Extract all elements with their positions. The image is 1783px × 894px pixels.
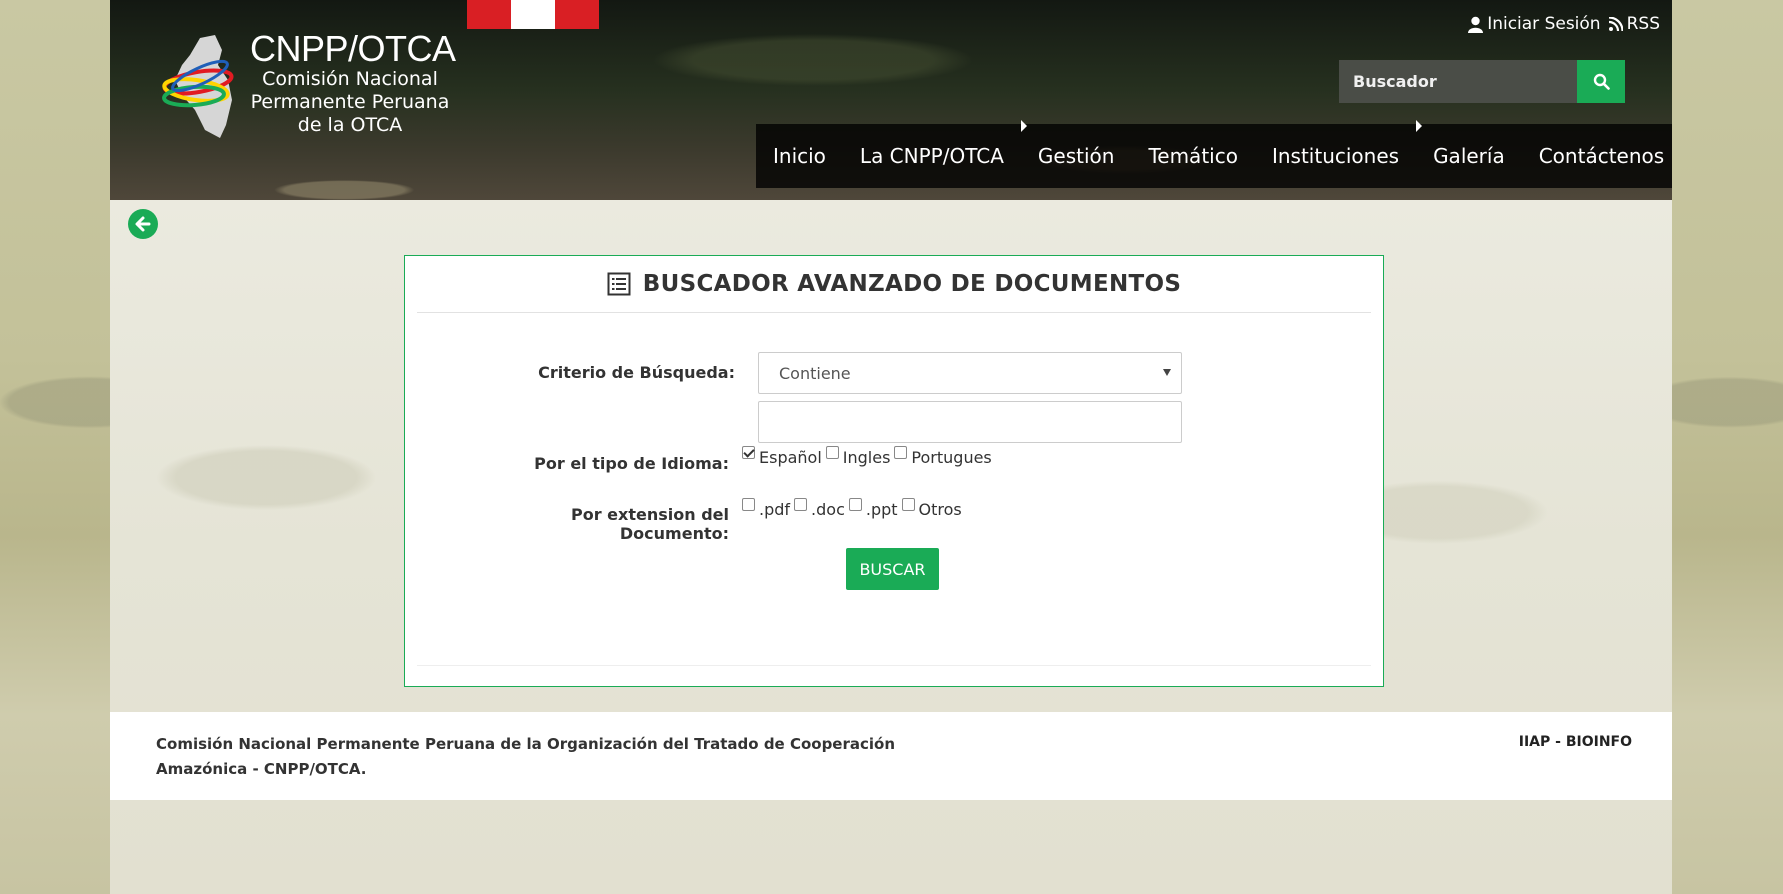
brand-block[interactable]: CNPP/OTCA Comisión Nacional Permanente P… — [250, 28, 456, 137]
criterio-label: Criterio de Búsqueda: — [538, 363, 735, 382]
criterio-selected-value: Contiene — [779, 363, 851, 383]
brand-line-3: de la OTCA — [297, 114, 403, 136]
search-button[interactable] — [1577, 60, 1625, 103]
extension-options: .pdf .doc .ppt Otros — [742, 498, 962, 519]
idioma-label: Por el tipo de Idioma: — [534, 454, 729, 473]
criterio-select[interactable]: Contiene — [758, 352, 1182, 394]
nav-item-instituciones[interactable]: Instituciones — [1255, 120, 1423, 168]
nav-item-inicio[interactable]: Inicio — [756, 144, 843, 168]
site-header: CNPP/OTCA Comisión Nacional Permanente P… — [110, 0, 1672, 200]
checkbox[interactable] — [794, 498, 808, 511]
brand-title: CNPP/OTCA — [250, 28, 456, 69]
nav-item-gestion[interactable]: Gestión — [1021, 144, 1132, 168]
buscar-button[interactable]: BUSCAR — [846, 548, 939, 590]
nav-item-contactenos[interactable]: Contáctenos — [1522, 144, 1672, 168]
brand-line-2: Permanente Peruana — [250, 91, 450, 113]
checkbox-checked[interactable] — [742, 446, 755, 459]
checkbox[interactable] — [825, 446, 839, 459]
idioma-option-portugues[interactable]: Portugues — [894, 446, 992, 467]
search-input[interactable] — [1339, 60, 1577, 103]
chevron-down-icon — [1163, 369, 1171, 376]
arrow-left-icon — [135, 216, 151, 232]
back-button[interactable] — [128, 209, 158, 239]
checkbox[interactable] — [901, 498, 915, 511]
panel-title: BUSCADOR AVANZADO DE DOCUMENTOS — [642, 271, 1182, 297]
brand-line-1: Comisión Nacional — [262, 68, 438, 90]
submenu-caret-icon — [1020, 120, 1027, 132]
ext-option-pdf[interactable]: .pdf — [742, 498, 790, 519]
nav-item-tematico[interactable]: Temático — [1131, 144, 1255, 168]
checkbox[interactable] — [894, 446, 908, 459]
search-icon — [1593, 73, 1610, 90]
rss-link[interactable]: RSS — [1608, 14, 1660, 34]
otca-logo-icon — [162, 35, 234, 138]
nav-item-galeria[interactable]: Galería — [1416, 144, 1522, 168]
idioma-option-ingles[interactable]: Ingles — [825, 446, 890, 467]
top-links: Iniciar Sesión RSS — [1468, 14, 1660, 34]
rss-label: RSS — [1626, 14, 1660, 34]
advanced-search-panel: BUSCADOR AVANZADO DE DOCUMENTOS Criterio… — [404, 255, 1384, 687]
ext-option-ppt[interactable]: .ppt — [848, 498, 898, 519]
panel-header: BUSCADOR AVANZADO DE DOCUMENTOS — [417, 256, 1371, 313]
login-link[interactable]: Iniciar Sesión — [1468, 14, 1601, 34]
ext-option-doc[interactable]: .doc — [794, 498, 845, 519]
footer-org-text: Comisión Nacional Permanente Peruana de … — [156, 735, 896, 778]
page-container: CNPP/OTCA Comisión Nacional Permanente P… — [110, 0, 1672, 894]
checkbox[interactable] — [848, 498, 862, 511]
header-search — [1339, 60, 1625, 103]
search-text-field[interactable] — [758, 401, 1182, 443]
site-footer: Comisión Nacional Permanente Peruana de … — [110, 712, 1672, 800]
user-icon — [1468, 16, 1484, 33]
checkbox[interactable] — [742, 498, 755, 511]
nav-item-la-cnpp-otca[interactable]: La CNPP/OTCA — [843, 120, 1027, 168]
list-icon — [607, 272, 631, 296]
rss-icon — [1608, 17, 1623, 31]
idioma-options: Español Ingles Portugues — [742, 446, 992, 467]
extension-label: Por extension del Documento: — [571, 505, 729, 543]
panel-divider — [417, 665, 1371, 666]
peru-flag-icon — [467, 0, 599, 29]
submenu-caret-icon — [1416, 120, 1423, 132]
login-label: Iniciar Sesión — [1487, 14, 1601, 34]
ext-option-otros[interactable]: Otros — [901, 498, 962, 519]
main-nav: Inicio La CNPP/OTCA Gestión Temático Ins… — [756, 120, 1672, 188]
idioma-option-espanol[interactable]: Español — [742, 446, 822, 467]
footer-credit-link[interactable]: IIAP - BIOINFO — [1519, 734, 1632, 750]
